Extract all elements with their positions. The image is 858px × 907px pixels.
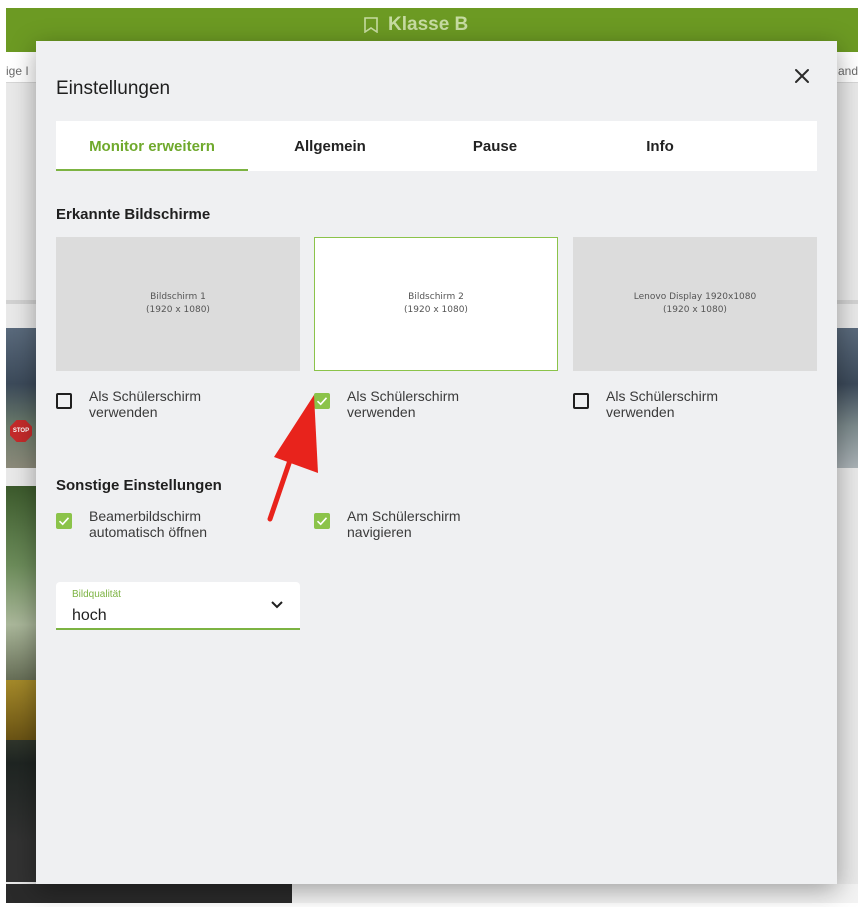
tab-info[interactable]: Info — [578, 121, 742, 171]
dialog-title: Einstellungen — [56, 78, 171, 99]
monitor-name: Bildschirm 1 — [150, 292, 206, 302]
monitor-name: Bildschirm 2 — [408, 292, 464, 302]
checkbox-label: Beamerbildschirm automatisch öffnen — [89, 508, 208, 540]
monitor-card-1[interactable]: Bildschirm 1 (1920 x 1080) — [56, 237, 300, 371]
checkbox-checked[interactable] — [56, 513, 72, 529]
checkbox-label: Als Schülerschirm verwenden — [89, 388, 202, 420]
tab-monitor-erweitern[interactable]: Monitor erweitern — [56, 121, 248, 171]
tab-allgemein[interactable]: Allgemein — [248, 121, 412, 171]
active-tab-indicator — [56, 169, 248, 171]
section-title-other-settings: Sonstige Einstellungen — [56, 477, 222, 494]
app-title: Klasse B — [364, 14, 468, 36]
background-thumbnail — [6, 328, 36, 468]
checkbox-label: Als Schülerschirm verwenden — [606, 388, 719, 420]
checkbox-unchecked[interactable] — [56, 393, 72, 409]
background-car-image — [6, 680, 36, 740]
select-label: Bildqualität — [72, 589, 121, 600]
monitor-resolution: (1920 x 1080) — [404, 305, 468, 315]
background-left-text: ige I — [6, 64, 29, 78]
close-icon — [795, 69, 809, 83]
checkbox-label: Am Schülerschirm navigieren — [347, 508, 461, 540]
checkbox-label: Als Schülerschirm verwenden — [347, 388, 460, 420]
background-divider — [6, 300, 36, 304]
student-screen-checkbox-1[interactable]: Als Schülerschirm verwenden — [56, 388, 201, 420]
checkmark-icon — [58, 517, 70, 526]
app-title-text: Klasse B — [388, 14, 469, 35]
settings-dialog: Einstellungen Monitor erweitern Allgemei… — [36, 41, 837, 884]
background-thumbnail — [836, 328, 858, 468]
background-footer-image — [6, 884, 292, 903]
monitor-resolution: (1920 x 1080) — [663, 305, 727, 315]
annotation-arrow-icon — [267, 395, 318, 522]
student-screen-checkbox-2[interactable]: Als Schülerschirm verwenden — [314, 388, 459, 420]
background-footer — [292, 884, 858, 903]
student-screen-checkbox-3[interactable]: Als Schülerschirm verwenden — [573, 388, 718, 420]
navigate-student-screen-checkbox[interactable]: Am Schülerschirm navigieren — [314, 508, 461, 540]
monitor-resolution: (1920 x 1080) — [146, 305, 210, 315]
section-title-detected-screens: Erkannte Bildschirme — [56, 206, 211, 223]
tab-pause[interactable]: Pause — [412, 121, 578, 171]
chevron-down-icon — [271, 601, 283, 609]
monitor-name: Lenovo Display 1920x1080 — [633, 292, 757, 302]
beamer-auto-open-checkbox[interactable]: Beamerbildschirm automatisch öffnen — [56, 508, 207, 540]
close-button[interactable] — [791, 65, 813, 87]
image-quality-select[interactable]: Bildqualität hoch — [56, 582, 300, 630]
tab-bar: Monitor erweitern Allgemein Pause Info — [56, 121, 817, 171]
monitor-card-3[interactable]: Lenovo Display 1920x1080 (1920 x 1080) — [573, 237, 817, 371]
checkbox-unchecked[interactable] — [573, 393, 589, 409]
monitor-card-2[interactable]: Bildschirm 2 (1920 x 1080) — [314, 237, 558, 371]
background-right-text: and — [838, 64, 858, 78]
bookmark-icon — [364, 17, 378, 33]
select-value: hoch — [72, 607, 107, 624]
background-divider — [836, 300, 858, 304]
